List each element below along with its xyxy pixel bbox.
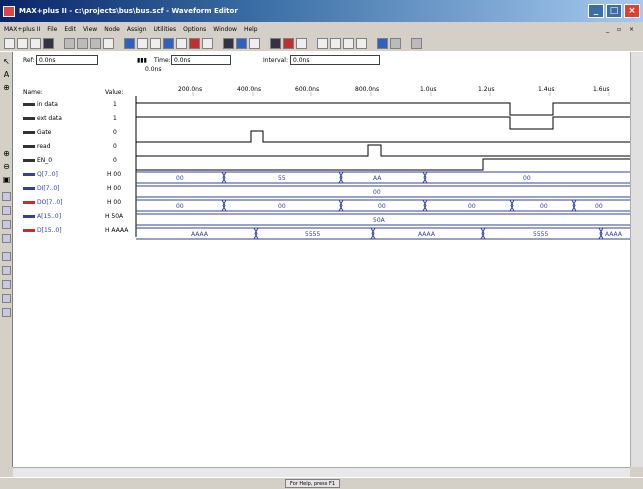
close-button[interactable]: × [624,4,640,18]
timing-analyzer-icon[interactable] [189,38,200,49]
overwrite-count-icon[interactable] [2,280,11,289]
wave-in-data [136,102,630,116]
window-title: MAX+plus II - c:\projects\bus\bus.scf - … [19,7,238,15]
invert-icon[interactable] [2,252,11,261]
bus-value-label: 00 [523,175,531,182]
project-save-check-icon[interactable] [236,38,247,49]
cut-icon[interactable] [64,38,75,49]
force-low-icon[interactable] [2,192,11,201]
mdi-controls[interactable]: _ ▫ × [606,26,637,33]
force-z-icon[interactable] [2,234,11,243]
force-x-icon[interactable] [2,220,11,229]
pause-icon[interactable] [411,38,422,49]
timing-icon[interactable] [283,38,294,49]
title-bar: MAX+plus II - c:\projects\bus\bus.scf - … [0,0,643,22]
menu-view[interactable]: View [83,26,97,33]
menu-bar: MAX+plus II File Edit View Node Assign U… [0,22,643,36]
wave-en0 [136,158,630,171]
copy-icon[interactable] [77,38,88,49]
bus-value-label: 00 [176,203,184,210]
zoom-out-tool-icon[interactable]: ⊖ [1,161,12,172]
paste-icon[interactable] [90,38,101,49]
menu-utilities[interactable]: Utilities [154,26,177,33]
snap-grid-icon[interactable] [2,308,11,317]
menu-edit[interactable]: Edit [64,26,76,33]
waveform-editor: Ref: 0.0ns ▮▮▮ Time: 0.0ns Interval: 0.0… [13,52,630,467]
compiler-icon[interactable] [163,38,174,49]
save-icon[interactable] [30,38,41,49]
menu-file[interactable]: File [47,26,57,33]
overwrite-clock-icon[interactable] [2,266,11,275]
status-text: For Help, press F1 [285,479,341,488]
simulator-icon[interactable] [176,38,187,49]
menu-maxplus[interactable]: MAX+plus II [4,26,40,33]
bus-value-label: AAAA [418,231,436,238]
open-scf-icon[interactable] [270,38,281,49]
select-tool-icon[interactable]: ↖ [1,56,12,67]
bus-value-label: 5555 [305,231,320,238]
status-bar: For Help, press F1 [0,477,643,489]
bus-value-label: 55 [278,175,286,182]
help-icon[interactable] [124,38,135,49]
zoom-out-icon[interactable] [343,38,354,49]
text-tool-icon[interactable]: A [1,69,12,80]
undo-icon[interactable] [103,38,114,49]
bus-value-label: 00 [176,175,184,182]
fit-window-icon[interactable]: ▣ [1,174,12,185]
tool-palette: ↖ A ⊕ ⊕ ⊖ ▣ [0,52,13,467]
bus-value-label: 5555 [533,231,548,238]
bus-value-label: AAAA [191,231,209,238]
zoom-area-icon[interactable] [356,38,367,49]
zoom-fit-icon[interactable] [317,38,328,49]
zoom-in-icon[interactable] [330,38,341,49]
bus-value-label: 00 [595,203,603,210]
minimize-button[interactable]: _ [588,4,604,18]
overwrite-group-icon[interactable] [2,294,11,303]
report-icon[interactable] [296,38,307,49]
menu-help[interactable]: Help [244,26,258,33]
new-file-icon[interactable] [4,38,15,49]
horizontal-scrollbar[interactable] [13,467,630,477]
stop-icon[interactable] [390,38,401,49]
wave-ext-data [136,116,630,130]
run-icon[interactable] [377,38,388,49]
wave-gate [136,130,630,143]
project-compile-icon[interactable] [249,38,260,49]
menu-assign[interactable]: Assign [127,26,147,33]
waveform-canvas[interactable]: 00 55 AA 00 00 00 00 00 00 00 00 50A AAA… [13,52,630,467]
vertical-scrollbar[interactable] [630,52,643,467]
app-icon [3,5,15,17]
bus-value-label: AAAA [605,231,623,238]
menu-options[interactable]: Options [183,26,206,33]
wave-read [136,144,630,157]
bus-value-label: 00 [278,203,286,210]
toolbar [0,36,643,52]
programmer-icon[interactable] [202,38,213,49]
maximize-button[interactable]: □ [606,4,622,18]
bus-value-label: 00 [540,203,548,210]
zoom-tool-icon[interactable]: ⊕ [1,82,12,93]
force-high-icon[interactable] [2,206,11,215]
print-icon[interactable] [43,38,54,49]
hierarchy-icon[interactable] [137,38,148,49]
bus-value-label: 50A [373,217,386,224]
zoom-in-tool-icon[interactable]: ⊕ [1,148,12,159]
open-file-icon[interactable] [17,38,28,49]
bus-value-label: 00 [378,203,386,210]
floorplan-icon[interactable] [150,38,161,49]
menu-window[interactable]: Window [213,26,237,33]
bus-value-label: 00 [373,189,381,196]
menu-node[interactable]: Node [104,26,120,33]
project-set-icon[interactable] [223,38,234,49]
bus-value-label: 00 [468,203,476,210]
bus-value-label: AA [373,175,382,182]
